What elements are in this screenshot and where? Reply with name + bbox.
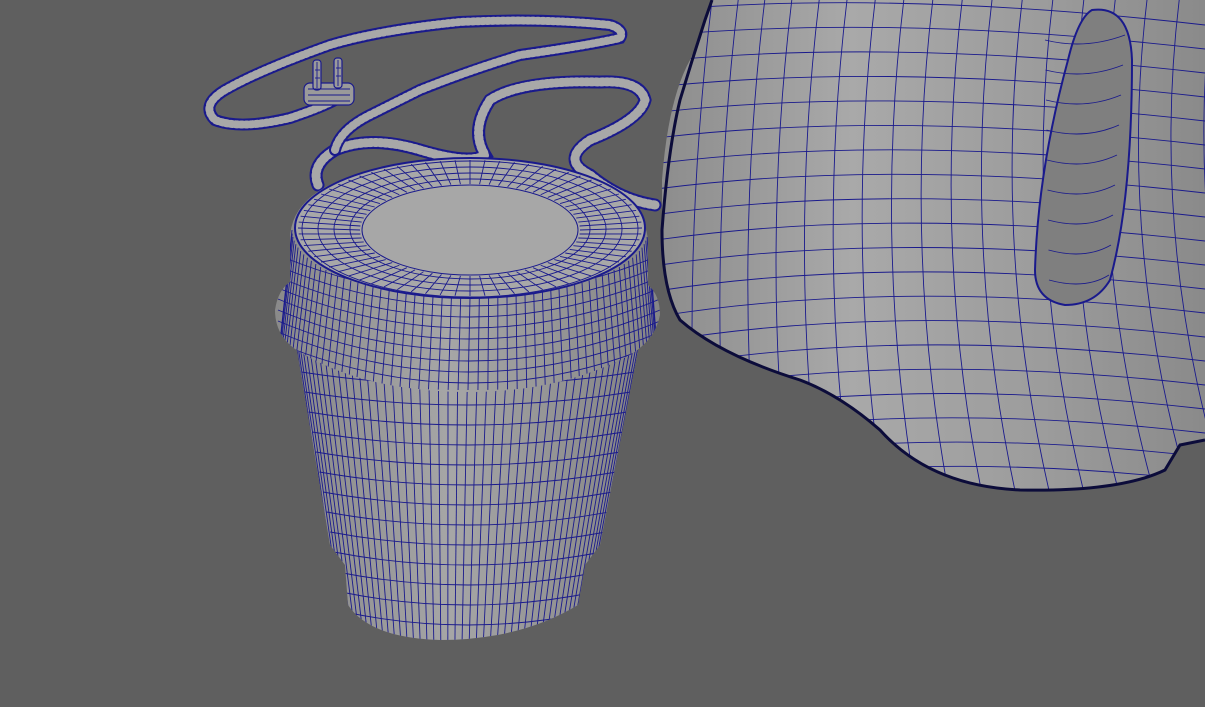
- viewport-canvas[interactable]: .wires line,.wires path,.wires ellipse{s…: [0, 0, 1205, 707]
- top-center-disc: [361, 184, 579, 276]
- plug-body: [303, 82, 355, 106]
- base-top-face: [294, 157, 646, 299]
- 3d-viewport[interactable]: .wires line,.wires path,.wires ellipse{s…: [0, 0, 1205, 707]
